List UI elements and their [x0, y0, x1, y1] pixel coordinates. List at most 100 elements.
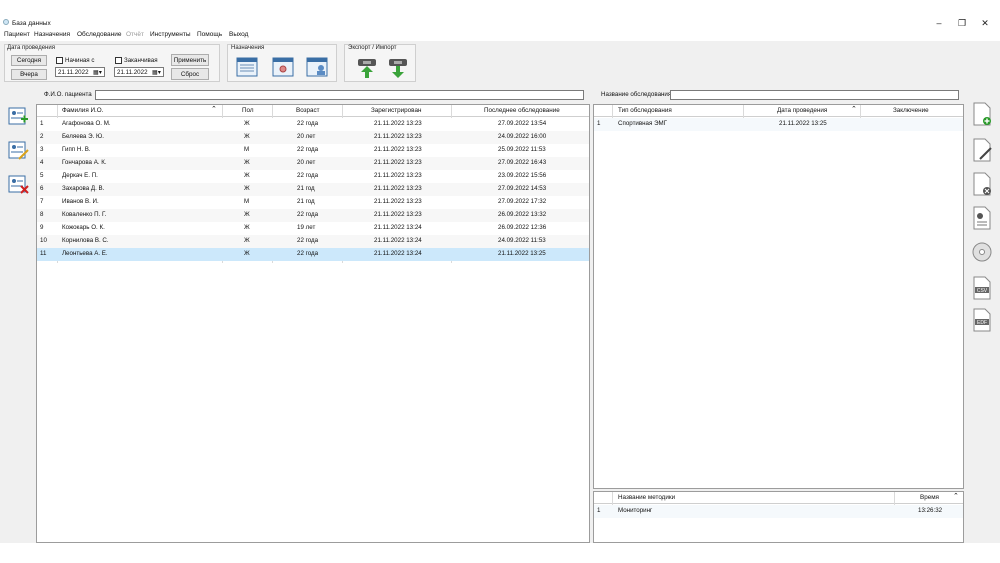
menu-help[interactable]: Помощь: [197, 31, 222, 38]
exam-search-input[interactable]: [670, 90, 959, 100]
table-row[interactable]: 3 Гипп Н. В. М 22 года 21.11.2022 13:23 25.09…: [37, 144, 589, 157]
cell-sex: Ж: [244, 237, 250, 244]
menu-tools[interactable]: Инструменты: [150, 31, 191, 38]
add-document-icon[interactable]: [972, 102, 992, 126]
cell-num: 6: [40, 185, 44, 192]
import-icon[interactable]: [386, 57, 410, 79]
sort-asc-icon[interactable]: ⌃: [211, 105, 217, 113]
calendar-user-icon[interactable]: [306, 55, 328, 77]
cell-registered: 21.11.2022 13:23: [374, 159, 422, 166]
cell-age: 21 год: [297, 185, 315, 192]
assignments-label: Назначения: [231, 45, 265, 51]
col-method-time-header[interactable]: Время: [920, 494, 939, 501]
export-icon[interactable]: [355, 57, 379, 79]
csv-export-icon[interactable]: CSV: [972, 276, 992, 300]
cell-last-exam: 27.09.2022 13:54: [498, 120, 547, 127]
col-last-exam-header[interactable]: Последнее обследование: [484, 107, 560, 114]
cell-sex: Ж: [244, 211, 250, 218]
cell-sex: Ж: [244, 185, 250, 192]
add-patient-icon[interactable]: [7, 105, 29, 127]
col-exam-date-header[interactable]: Дата проведения: [777, 107, 827, 114]
cell-age: 19 лет: [297, 224, 316, 231]
cell-num: 10: [40, 237, 47, 244]
cell-sex: Ж: [244, 250, 250, 257]
cell-last-exam: 23.09.2022 15:56: [498, 172, 547, 179]
cell-num: 9: [40, 224, 44, 231]
table-row[interactable]: 6 Захарова Д. В. Ж 21 год 21.11.2022 13:23 27…: [37, 183, 589, 196]
disc-icon[interactable]: [972, 240, 992, 264]
menu-assignments[interactable]: Назначения: [34, 31, 70, 38]
cell-age: 22 года: [297, 211, 319, 218]
patient-search-input[interactable]: [95, 90, 584, 100]
table-row[interactable]: 1 Мониторинг 13:26:32: [594, 505, 963, 518]
report-icon[interactable]: [972, 206, 992, 230]
close-button[interactable]: ✕: [978, 17, 992, 29]
start-date-input[interactable]: 21.11.2022 ▦▾: [55, 67, 105, 77]
edf-export-icon[interactable]: EDF: [972, 308, 992, 332]
cell-last-exam: 26.09.2022 12:36: [498, 224, 547, 231]
delete-document-icon[interactable]: [972, 172, 992, 196]
calendar-edit-icon[interactable]: [272, 55, 294, 77]
table-row[interactable]: 2 Беляева Э. Ю. Ж 20 лет 21.11.2022 13:23 24.…: [37, 131, 589, 144]
cell-name: Агафонова О. М.: [62, 120, 111, 127]
today-button[interactable]: Сегодня: [11, 55, 47, 66]
table-row[interactable]: 11 Леонтьева А. Е. Ж 22 года 21.11.2022 13:2…: [37, 248, 589, 261]
calendar-icon: ▦▾: [152, 69, 161, 76]
table-row[interactable]: 1 Спортивная ЭМГ 21.11.2022 13:25: [594, 118, 963, 131]
col-age-header[interactable]: Возраст: [296, 107, 320, 114]
table-row[interactable]: 9 Кожокарь О. К. Ж 19 лет 21.11.2022 13:24 26…: [37, 222, 589, 235]
start-date-label: Начиная с: [65, 57, 95, 64]
menu-report[interactable]: Отчёт: [126, 31, 144, 38]
cell-registered: 21.11.2022 13:23: [374, 198, 422, 205]
sort-asc-icon[interactable]: ⌃: [953, 492, 959, 500]
cell-name: Иванов В. И.: [62, 198, 99, 205]
cell-last-exam: 27.09.2022 14:53: [498, 185, 547, 192]
col-name-header[interactable]: Фамилия И.О.: [62, 107, 103, 114]
col-registered-header[interactable]: Зарегистрирован: [371, 107, 421, 114]
cell-num: 3: [40, 146, 44, 153]
cell-last-exam: 24.09.2022 16:00: [498, 133, 547, 140]
col-method-name-header[interactable]: Название методики: [618, 494, 675, 501]
table-row[interactable]: 7 Иванов В. И. М 21 год 21.11.2022 13:23 27.0…: [37, 196, 589, 209]
cell-name: Захарова Д. В.: [62, 185, 105, 192]
cell-name: Деркач Е. П.: [62, 172, 98, 179]
end-date-checkbox[interactable]: [115, 57, 122, 64]
edit-document-icon[interactable]: [972, 138, 992, 162]
start-date-value: 21.11.2022: [58, 69, 89, 76]
cell-registered: 21.11.2022 13:24: [374, 250, 422, 257]
minimize-button[interactable]: –: [932, 17, 946, 29]
cell-registered: 21.11.2022 13:23: [374, 172, 422, 179]
table-row[interactable]: 1 Агафонова О. М. Ж 22 года 21.11.2022 13:23…: [37, 118, 589, 131]
cell-age: 22 года: [297, 237, 319, 244]
menu-exit[interactable]: Выход: [229, 31, 248, 38]
table-row[interactable]: 8 Коваленко П. Г. Ж 22 года 21.11.2022 13:23…: [37, 209, 589, 222]
table-row[interactable]: 4 Гончарова А. К. Ж 20 лет 21.11.2022 13:23 2…: [37, 157, 589, 170]
edit-patient-icon[interactable]: [7, 139, 29, 161]
calendar-list-icon[interactable]: [236, 55, 258, 77]
col-conclusion-header[interactable]: Заключение: [893, 107, 929, 114]
cell-registered: 21.11.2022 13:23: [374, 185, 422, 192]
end-date-input[interactable]: 21.11.2022 ▦▾: [114, 67, 164, 77]
yesterday-button[interactable]: Вчера: [11, 69, 47, 80]
sort-asc-icon[interactable]: ⌃: [851, 105, 857, 113]
table-row[interactable]: 5 Деркач Е. П. Ж 22 года 21.11.2022 13:23 23.…: [37, 170, 589, 183]
table-row[interactable]: 10 Корнилова В. С. Ж 22 года 21.11.2022 13:2…: [37, 235, 589, 248]
export-import-label: Экспорт / Импорт: [348, 45, 397, 51]
cell-num: 2: [40, 133, 44, 140]
end-date-label: Заканчивая: [124, 57, 158, 64]
delete-patient-icon[interactable]: [7, 173, 29, 195]
cell-name: Беляева Э. Ю.: [62, 133, 104, 140]
menu-examination[interactable]: Обследование: [77, 31, 121, 38]
reset-button[interactable]: Сброс: [171, 68, 209, 80]
cell-registered: 21.11.2022 13:23: [374, 120, 422, 127]
cell-registered: 21.11.2022 13:23: [374, 133, 422, 140]
menu-patient[interactable]: Пациент: [4, 31, 30, 38]
start-date-checkbox[interactable]: [56, 57, 63, 64]
apply-button[interactable]: Применить: [171, 54, 209, 66]
cell-last-exam: 21.11.2022 13:25: [498, 250, 546, 257]
cell-last-exam: 26.09.2022 13:32: [498, 211, 547, 218]
col-exam-type-header[interactable]: Тип обследования: [618, 107, 672, 114]
maximize-button[interactable]: ❐: [955, 17, 969, 29]
cell-num: 1: [40, 120, 44, 127]
col-sex-header[interactable]: Пол: [242, 107, 254, 114]
